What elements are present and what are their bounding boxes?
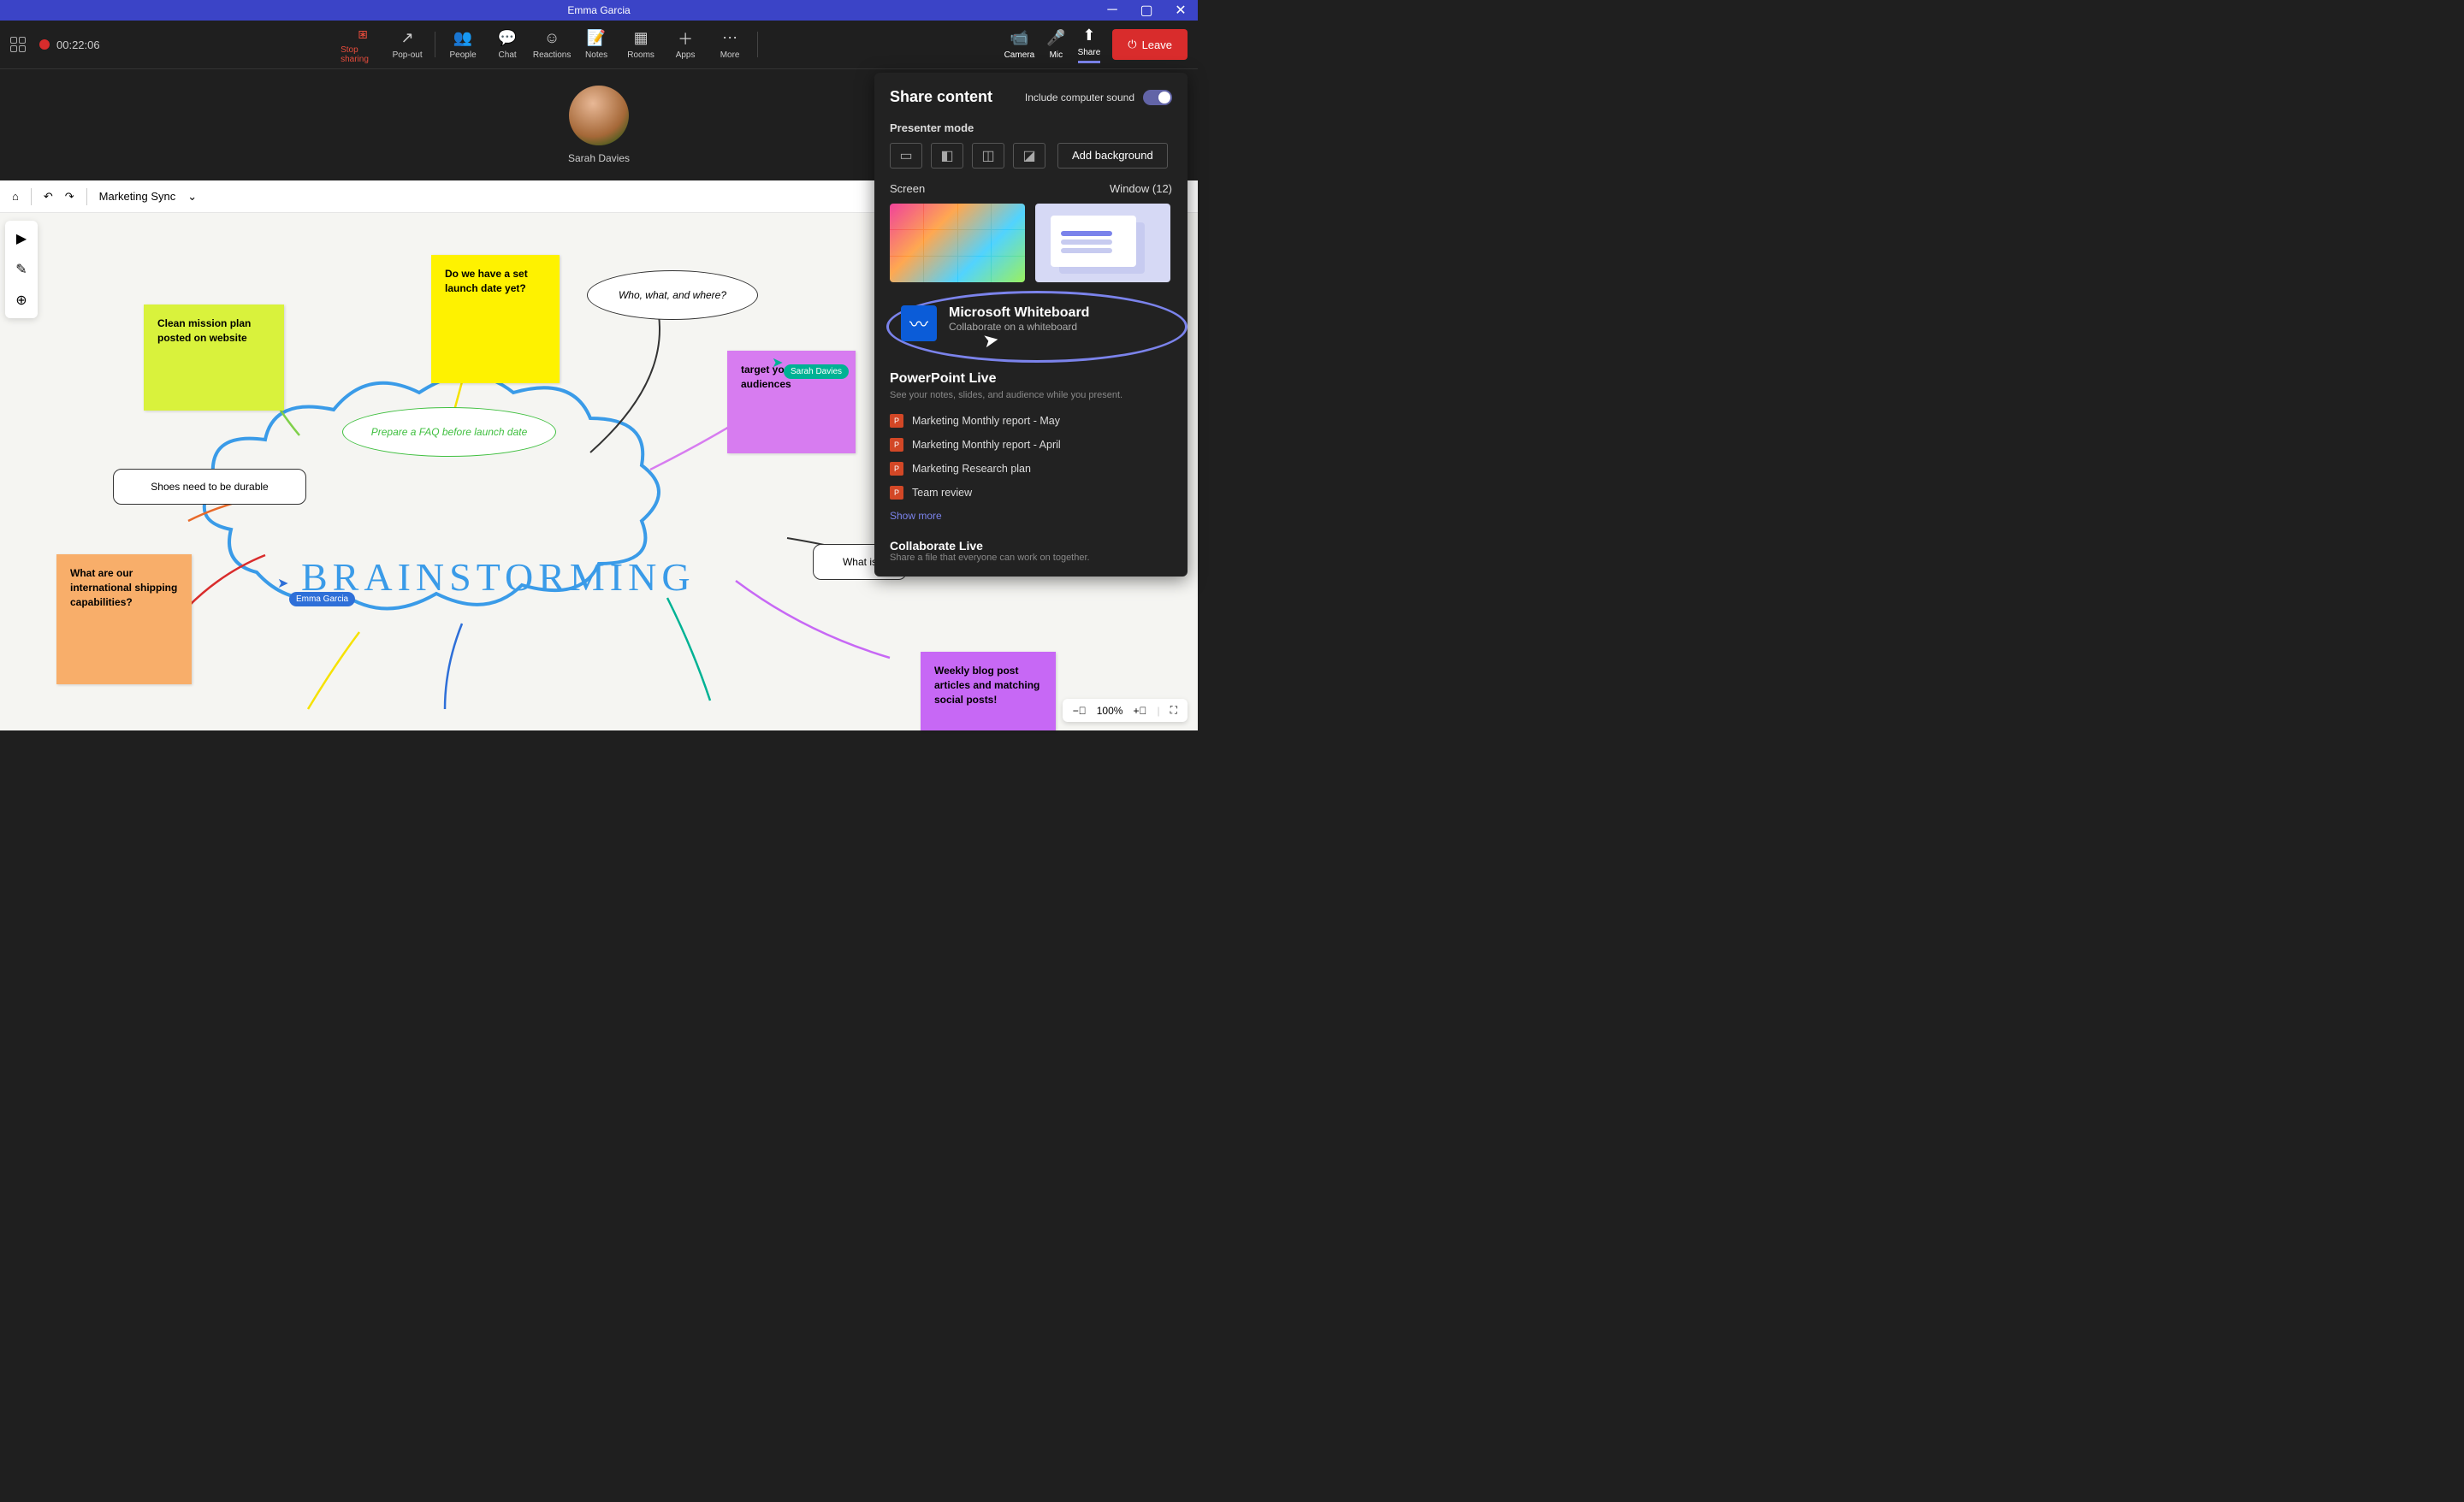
collaborate-live-sub: Share a file that everyone can work on t… xyxy=(890,553,1172,563)
home-icon[interactable]: ⌂ xyxy=(12,190,19,203)
chevron-down-icon[interactable]: ⌄ xyxy=(187,190,197,204)
board-title[interactable]: Marketing Sync xyxy=(99,190,176,203)
sticky-note[interactable]: What are our international shipping capa… xyxy=(56,554,192,684)
zoom-control: −⃝ 100% +⃝ | ⛶ xyxy=(1063,699,1188,722)
text-box[interactable]: Shoes need to be durable xyxy=(113,469,306,505)
canvas-heading[interactable]: BRAINSTORMING xyxy=(301,554,696,600)
stop-sharing-button[interactable]: ⧆Stop sharing xyxy=(341,25,385,64)
share-whiteboard-option[interactable]: 〰 Microsoft Whiteboard Collaborate on a … xyxy=(886,291,1188,363)
minimize-button[interactable]: ─ xyxy=(1095,0,1129,21)
remote-cursor-label: Sarah Davies xyxy=(784,364,849,379)
sticky-note[interactable]: Weekly blog post articles and matching s… xyxy=(921,652,1056,730)
window-section-label: Window (12) xyxy=(1110,182,1172,195)
reactions-button[interactable]: ☺Reactions xyxy=(530,25,574,64)
presentermode-content-only[interactable]: ▭ xyxy=(890,143,922,169)
participant-tile[interactable]: Sarah Davies xyxy=(568,86,630,164)
hangup-icon: ⏻ xyxy=(1128,38,1136,51)
share-window-thumb[interactable] xyxy=(1035,204,1170,282)
share-content-panel: Share content Include computer sound Pre… xyxy=(874,73,1188,577)
cursor-tool-icon[interactable]: ▶ xyxy=(12,229,31,248)
window-title: Emma Garcia xyxy=(567,4,630,16)
collaborate-live-heading: Collaborate Live xyxy=(890,539,1172,553)
powerpoint-file-item[interactable]: PMarketing Research plan xyxy=(890,457,1172,481)
window-titlebar: Emma Garcia ─ ▢ ✕ xyxy=(0,0,1198,21)
rooms-button[interactable]: ▦Rooms xyxy=(619,25,663,64)
recording-indicator-icon xyxy=(39,39,50,50)
share-screen-thumb[interactable] xyxy=(890,204,1025,282)
avatar xyxy=(569,86,629,145)
powerpoint-file-item[interactable]: PTeam review xyxy=(890,481,1172,505)
whiteboard-option-title: Microsoft Whiteboard xyxy=(949,305,1089,321)
fit-screen-button[interactable]: ⛶ xyxy=(1170,704,1177,717)
mic-button[interactable]: 🎤Mic xyxy=(1046,29,1065,60)
whiteboard-option-sub: Collaborate on a whiteboard xyxy=(949,321,1089,333)
sticky-note[interactable]: Do we have a set launch date yet? xyxy=(431,255,560,383)
screen-section-label: Screen xyxy=(890,182,925,195)
powerpoint-icon: P xyxy=(890,486,903,500)
close-button[interactable]: ✕ xyxy=(1164,0,1198,21)
pen-tool-icon[interactable]: ✎ xyxy=(12,260,31,279)
powerpoint-icon: P xyxy=(890,414,903,428)
remote-cursor-icon: ➤ xyxy=(772,354,783,371)
people-button[interactable]: 👥People xyxy=(441,25,485,64)
include-sound-toggle[interactable] xyxy=(1143,90,1172,105)
zoom-level: 100% xyxy=(1097,705,1123,717)
powerpoint-icon: P xyxy=(890,438,903,452)
notes-button[interactable]: 📝Notes xyxy=(574,25,619,64)
remote-cursor-label: Emma Garcia xyxy=(289,592,355,606)
popout-button[interactable]: ↗Pop-out xyxy=(385,25,429,64)
whiteboard-icon: 〰 xyxy=(901,305,937,341)
presenter-mode-label: Presenter mode xyxy=(890,121,1172,134)
include-sound-label: Include computer sound xyxy=(1025,92,1134,103)
meeting-toolbar: 00:22:06 ⧆Stop sharing ↗Pop-out 👥People … xyxy=(0,21,1198,69)
presentermode-reporter[interactable]: ◪ xyxy=(1013,143,1045,169)
participant-name: Sarah Davies xyxy=(568,152,630,164)
redo-button[interactable]: ↷ xyxy=(65,190,74,204)
thought-bubble[interactable]: Who, what, and where? xyxy=(587,270,758,320)
powerpoint-icon: P xyxy=(890,462,903,476)
add-background-button[interactable]: Add background xyxy=(1057,143,1168,169)
speech-bubble[interactable]: Prepare a FAQ before launch date xyxy=(342,407,556,457)
camera-button[interactable]: 📹Camera xyxy=(1004,29,1035,60)
add-tool-icon[interactable]: ⊕ xyxy=(12,291,31,310)
zoom-out-button[interactable]: −⃝ xyxy=(1073,705,1087,717)
presentermode-side-by-side[interactable]: ◫ xyxy=(972,143,1004,169)
undo-button[interactable]: ↶ xyxy=(44,190,53,204)
zoom-in-button[interactable]: +⃝ xyxy=(1133,705,1146,717)
more-button[interactable]: ⋯More xyxy=(708,25,752,64)
powerpoint-file-item[interactable]: PMarketing Monthly report - April xyxy=(890,433,1172,457)
meeting-timer: 00:22:06 xyxy=(56,38,100,51)
powerpoint-file-item[interactable]: PMarketing Monthly report - May xyxy=(890,409,1172,433)
leave-button[interactable]: ⏻Leave xyxy=(1112,29,1188,60)
sticky-note[interactable]: Clean mission plan posted on website xyxy=(144,305,284,411)
share-panel-title: Share content xyxy=(890,88,992,106)
powerpoint-live-sub: See your notes, slides, and audience whi… xyxy=(890,390,1172,400)
maximize-button[interactable]: ▢ xyxy=(1129,0,1164,21)
presentermode-standout[interactable]: ◧ xyxy=(931,143,963,169)
chat-button[interactable]: 💬Chat xyxy=(485,25,530,64)
whiteboard-toolbox: ▶ ✎ ⊕ xyxy=(5,221,38,318)
gallery-view-icon[interactable] xyxy=(10,37,26,52)
powerpoint-live-heading: PowerPoint Live xyxy=(890,371,1172,387)
remote-cursor-icon: ➤ xyxy=(277,575,288,592)
apps-button[interactable]: ＋Apps xyxy=(663,25,708,64)
share-button[interactable]: ⬆Share xyxy=(1078,27,1101,63)
show-more-link[interactable]: Show more xyxy=(890,505,1172,527)
